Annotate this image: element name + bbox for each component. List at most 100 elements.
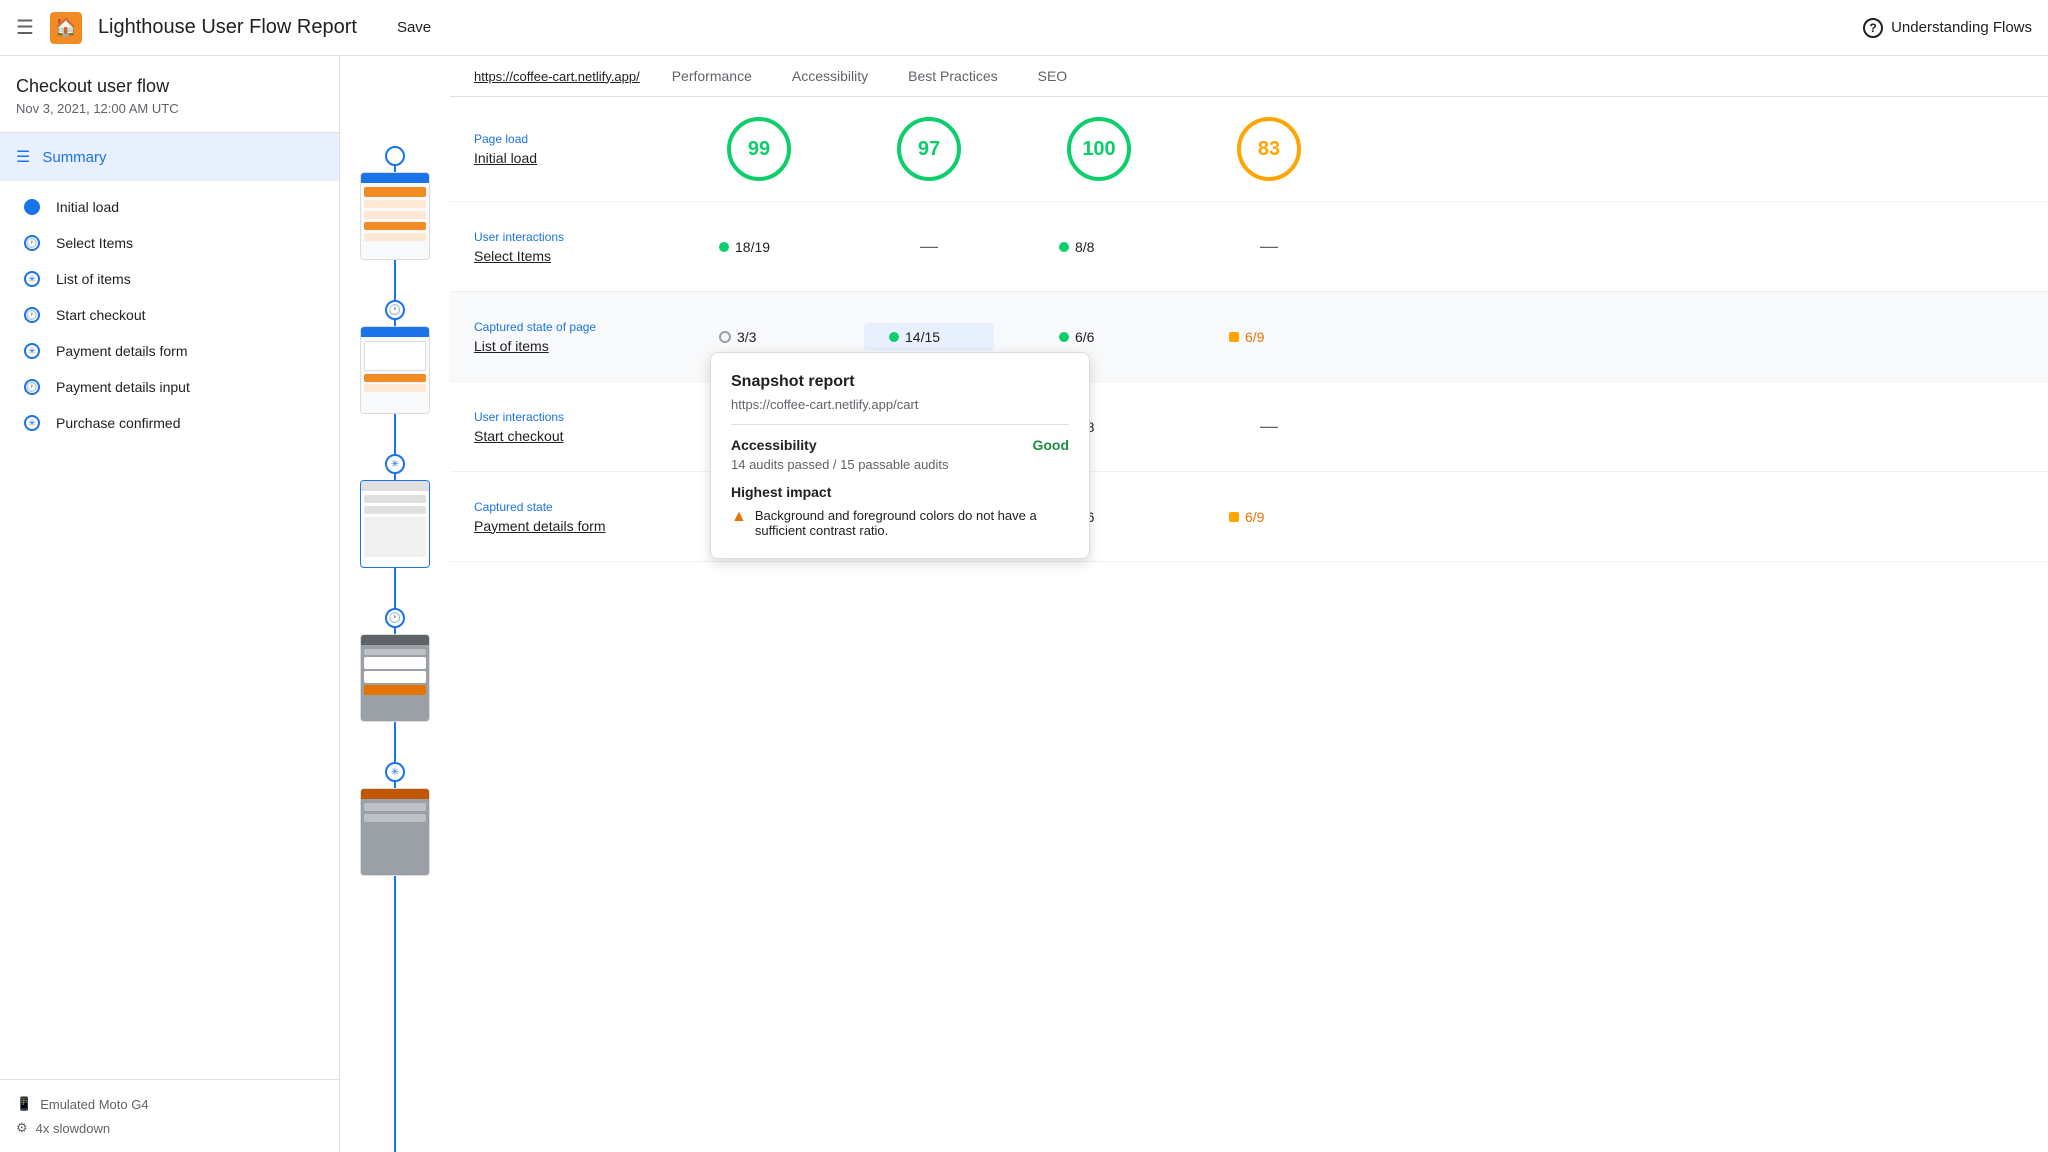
sidebar-top: Checkout user flow Nov 3, 2021, 12:00 AM… — [0, 56, 339, 133]
score-seo: 6/9 — [1204, 509, 1334, 525]
sidebar: Checkout user flow Nov 3, 2021, 12:00 AM… — [0, 56, 340, 1152]
nav-item-label: Purchase confirmed — [56, 415, 181, 431]
logo-icon: 🏠 — [50, 12, 82, 44]
app-title: Lighthouse User Flow Report — [98, 16, 357, 39]
nav-dot-payment-input: 🕐 — [24, 379, 40, 395]
thumbnail-1[interactable] — [360, 172, 430, 260]
score-performance: 18/19 — [694, 239, 824, 255]
badge-value: 6/6 — [1075, 329, 1094, 345]
flow-title: Checkout user flow — [16, 76, 323, 97]
cat-accessibility: Accessibility — [792, 68, 868, 84]
tooltip-divider — [731, 424, 1069, 425]
tooltip-title: Snapshot report — [731, 373, 1069, 391]
badge-18-19: 18/19 — [719, 239, 799, 255]
tooltip-description: 14 audits passed / 15 passable audits — [731, 457, 1069, 472]
badge-6-9-seo-b: 6/9 — [1229, 509, 1309, 525]
nav-item-start-checkout[interactable]: 🕐 Start checkout — [0, 297, 339, 333]
slowdown-label: 4x slowdown — [36, 1121, 110, 1136]
nav-item-initial-load[interactable]: Initial load — [0, 189, 339, 225]
badge-value: 8/8 — [1075, 239, 1094, 255]
score-circle-83: 83 — [1237, 117, 1301, 181]
dash-accessibility: — — [889, 236, 969, 257]
timeline-entry-2: 🕐 — [360, 300, 430, 414]
dash-seo: — — [1229, 416, 1309, 437]
badge-value: 14/15 — [905, 329, 940, 345]
badge-value: 3/3 — [737, 329, 756, 345]
site-url[interactable]: https://coffee-cart.netlify.app/ — [474, 69, 640, 84]
row-scores-list-of-items: 3/3 14/15 6/6 — [694, 323, 2024, 351]
summary-nav-item[interactable]: ☰ Summary — [0, 133, 339, 181]
slowdown-info: ⚙ 4x slowdown — [16, 1120, 323, 1136]
timeline-node-5: ✳ — [385, 762, 405, 782]
row-name-link[interactable]: Start checkout — [474, 428, 674, 444]
badge-value: 6/9 — [1245, 329, 1264, 345]
nav-dot-start-checkout: 🕐 — [24, 307, 40, 323]
tooltip-url[interactable]: https://coffee-cart.netlify.app/cart — [731, 397, 1069, 412]
score-seo: 83 — [1204, 117, 1334, 181]
content-area: https://coffee-cart.netlify.app/ Perform… — [450, 56, 2048, 1152]
dot-green — [1059, 332, 1069, 342]
nav-item-payment-form[interactable]: ✳ Payment details form — [0, 333, 339, 369]
badge-8-8: 8/8 — [1059, 239, 1139, 255]
dot-green — [1059, 242, 1069, 252]
timeline-column: 🕐 ✳ — [340, 56, 450, 1152]
thumbnail-3[interactable] — [360, 480, 430, 568]
row-type-label: User interactions — [474, 410, 674, 424]
cat-best-practices: Best Practices — [908, 68, 997, 84]
tooltip-impact-text: Background and foreground colors do not … — [755, 508, 1069, 538]
nav-item-label: Payment details form — [56, 343, 188, 359]
category-header: https://coffee-cart.netlify.app/ Perform… — [450, 56, 2048, 97]
nav-item-payment-input[interactable]: 🕐 Payment details input — [0, 369, 339, 405]
dot-green — [889, 332, 899, 342]
row-name-link[interactable]: Initial load — [474, 150, 674, 166]
flow-date: Nov 3, 2021, 12:00 AM UTC — [16, 101, 323, 116]
timeline-entry-1 — [360, 146, 430, 260]
nav-item-select-items[interactable]: 🕐 Select Items — [0, 225, 339, 261]
tooltip-section-name: Accessibility — [731, 437, 817, 453]
menu-icon[interactable]: ☰ — [16, 15, 34, 40]
slowdown-icon: ⚙ — [16, 1120, 28, 1136]
badge-3-3: 3/3 — [719, 329, 799, 345]
understanding-flows-link[interactable]: ? Understanding Flows — [1863, 18, 2032, 38]
row-initial-load: Page load Initial load 99 97 100 83 — [450, 97, 2048, 202]
row-info-start-checkout: User interactions Start checkout — [474, 410, 674, 444]
nav-item-label: Select Items — [56, 235, 133, 251]
tooltip-impact-item: ▲ Background and foreground colors do no… — [731, 508, 1069, 538]
nav-item-purchase-confirmed[interactable]: ✳ Purchase confirmed — [0, 405, 339, 441]
badge-6-9-seo: 6/9 — [1229, 329, 1309, 345]
understanding-flows-label: Understanding Flows — [1891, 19, 2032, 36]
score-seo: — — [1204, 236, 1334, 257]
row-name-link[interactable]: Select Items — [474, 248, 674, 264]
device-label: Emulated Moto G4 — [40, 1097, 148, 1112]
nav-item-label: List of items — [56, 271, 131, 287]
row-type-label: Captured state of page — [474, 320, 674, 334]
dot-green — [719, 242, 729, 252]
header: ☰ 🏠 Lighthouse User Flow Report Save ? U… — [0, 0, 2048, 56]
score-performance: 99 — [694, 117, 824, 181]
nav-dot-purchase-confirmed: ✳ — [24, 415, 40, 431]
score-circle-97: 97 — [897, 117, 961, 181]
thumbnail-5[interactable] — [360, 788, 430, 876]
timeline-entry-4: 🕐 — [360, 608, 430, 722]
row-list-of-items: Captured state of page List of items 3/3… — [450, 292, 2048, 382]
badge-14-15: 14/15 — [889, 329, 969, 345]
thumbnail-4[interactable] — [360, 634, 430, 722]
score-best-practices: 6/6 — [1034, 329, 1164, 345]
cat-performance: Performance — [672, 68, 752, 84]
nav-dot-initial-load — [24, 199, 40, 215]
tooltip-section-title: Accessibility Good — [731, 437, 1069, 453]
thumbnail-2[interactable] — [360, 326, 430, 414]
nav-item-list-of-items[interactable]: ✳ List of items — [0, 261, 339, 297]
nav-item-label: Payment details input — [56, 379, 190, 395]
row-payment-details: Captured state Payment details form — — … — [450, 472, 2048, 562]
cat-seo: SEO — [1038, 68, 1068, 84]
save-button[interactable]: Save — [397, 19, 431, 36]
row-name-link[interactable]: List of items — [474, 338, 674, 354]
row-name-link[interactable]: Payment details form — [474, 518, 674, 534]
score-best-practices: 8/8 — [1034, 239, 1164, 255]
row-type-label: Captured state — [474, 500, 674, 514]
dot-orange — [1229, 512, 1239, 522]
badge-value: 18/19 — [735, 239, 770, 255]
row-start-checkout: User interactions Start checkout — — 8/8 — [450, 382, 2048, 472]
badge-6-6: 6/6 — [1059, 329, 1139, 345]
